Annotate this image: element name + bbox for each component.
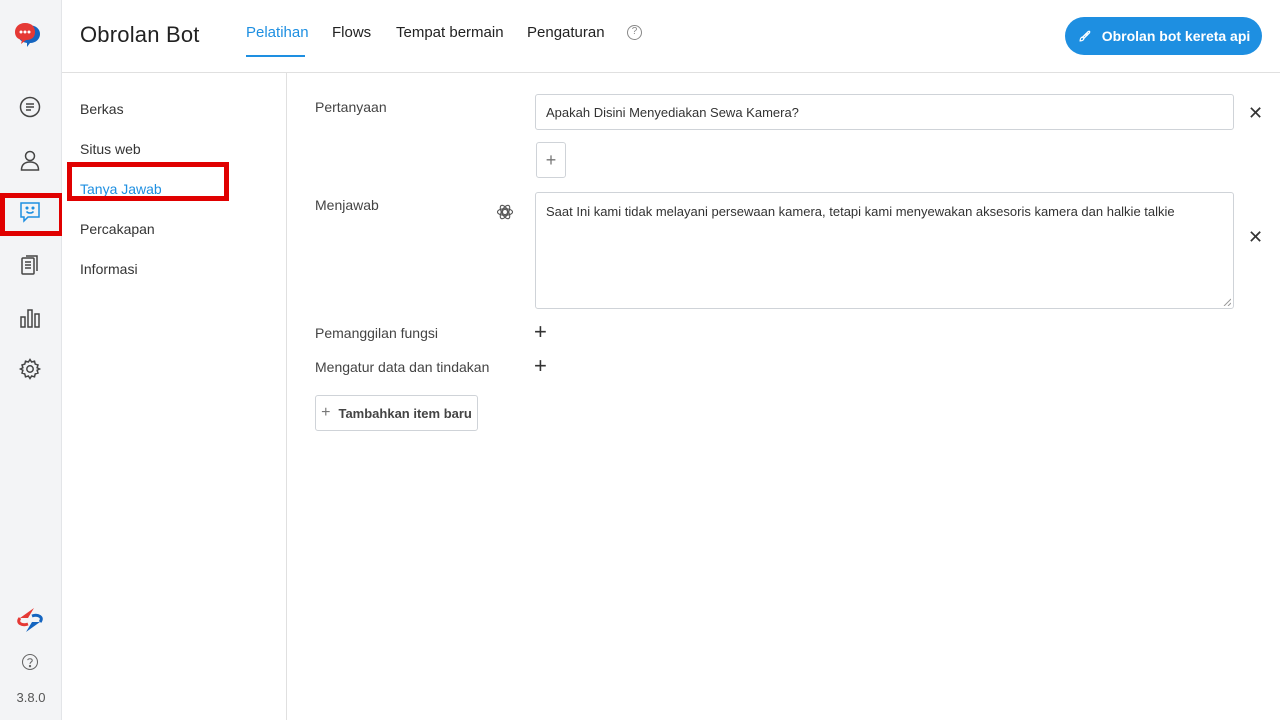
data-action-label: Mengatur data dan tindakan — [315, 359, 490, 375]
remove-answer-icon[interactable]: ✕ — [1248, 228, 1263, 246]
bar-chart-icon[interactable] — [14, 302, 46, 334]
train-chatbot-button[interactable]: Obrolan bot kereta api — [1065, 17, 1262, 55]
documents-icon[interactable] — [14, 249, 46, 281]
question-label: Pertanyaan — [315, 99, 387, 115]
subnav-item-informasi[interactable]: Informasi — [80, 261, 138, 277]
resize-handle-icon[interactable] — [1223, 298, 1231, 306]
question-input[interactable]: Apakah Disini Menyediakan Sewa Kamera? — [535, 94, 1234, 130]
add-function-call-icon[interactable]: + — [534, 321, 547, 343]
add-new-item-label: Tambahkan item baru — [338, 405, 472, 421]
question-circle-icon[interactable]: ? — [627, 25, 642, 40]
help-icon[interactable] — [14, 646, 46, 678]
rail-highlight-box — [0, 193, 64, 236]
brand-logo-icon — [14, 604, 46, 636]
gear-icon[interactable] — [14, 353, 46, 385]
user-icon[interactable] — [14, 144, 46, 176]
page-title: Obrolan Bot — [80, 22, 200, 47]
training-subnav: Berkas Situs web Tanya Jawab Percakapan … — [62, 73, 287, 720]
tab-tempat-bermain[interactable]: Tempat bermain — [396, 24, 504, 41]
version-label: 3.8.0 — [16, 690, 46, 705]
openai-generate-icon[interactable] — [495, 202, 515, 222]
add-question-button[interactable]: + — [536, 142, 566, 178]
rocket-icon — [1079, 30, 1091, 42]
message-icon[interactable] — [14, 91, 46, 123]
subnav-highlight-box — [67, 162, 229, 201]
tab-pengaturan[interactable]: Pengaturan — [527, 24, 605, 41]
remove-question-icon[interactable]: ✕ — [1248, 104, 1263, 122]
subnav-item-percakapan[interactable]: Percakapan — [80, 221, 155, 237]
plus-icon: + — [321, 404, 331, 421]
icon-rail: 3.8.0 — [0, 0, 64, 720]
chat-bubbles-logo-icon[interactable] — [14, 19, 46, 51]
function-call-label: Pemanggilan fungsi — [315, 325, 438, 341]
answer-text: Saat Ini kami tidak melayani persewaan k… — [546, 204, 1175, 219]
answer-textarea[interactable]: Saat Ini kami tidak melayani persewaan k… — [535, 192, 1234, 309]
answer-label: Menjawab — [315, 197, 379, 213]
top-header: Obrolan Bot Pelatihan Flows Tempat berma… — [62, 0, 1280, 73]
subnav-item-berkas[interactable]: Berkas — [80, 101, 124, 117]
add-new-item-button[interactable]: + Tambahkan item baru — [315, 395, 478, 431]
add-data-action-icon[interactable]: + — [534, 355, 547, 377]
tab-pelatihan[interactable]: Pelatihan — [246, 24, 309, 41]
tab-flows[interactable]: Flows — [332, 24, 371, 41]
subnav-item-situs-web[interactable]: Situs web — [80, 141, 141, 157]
active-tab-underline — [246, 55, 305, 57]
train-button-label: Obrolan bot kereta api — [1101, 28, 1251, 44]
